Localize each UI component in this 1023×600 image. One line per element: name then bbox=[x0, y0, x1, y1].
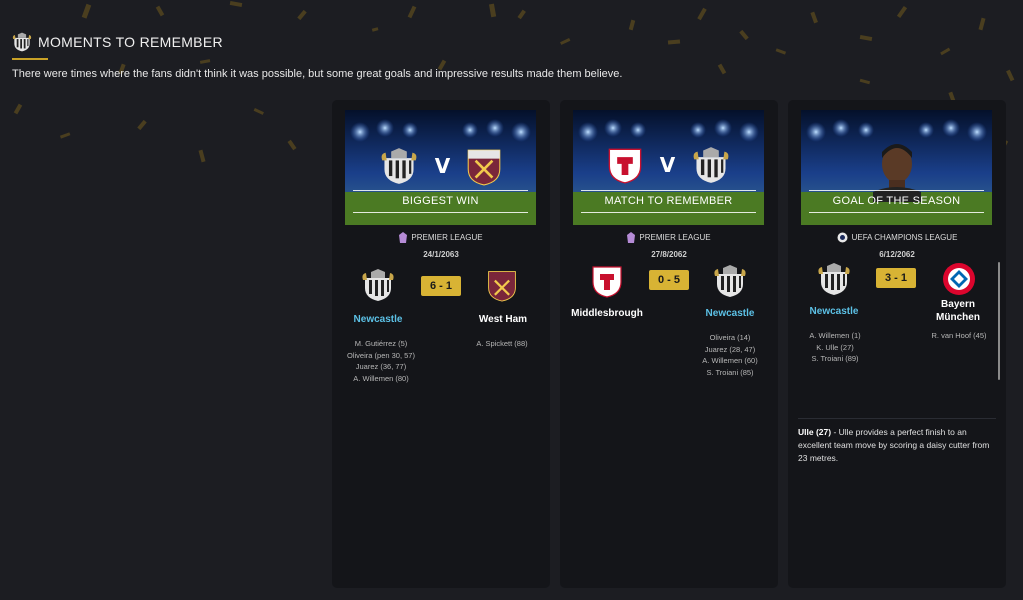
match-date: 6/12/2062 bbox=[879, 250, 915, 259]
moment-card-biggest-win[interactable]: V BIGGEST WIN PREMIER LEAGUE 24/1/2063 6… bbox=[332, 100, 550, 588]
home-team-name[interactable]: Newcastle bbox=[798, 306, 870, 317]
moment-card-goal-of-the-season[interactable]: GOAL OF THE SEASON UEFA CHAMPIONS LEAGUE… bbox=[788, 100, 1006, 588]
away-scorers: Oliveira (14) Juarez (28, 47) A. Willeme… bbox=[702, 333, 758, 377]
middlesbrough-crest-icon bbox=[608, 148, 642, 184]
away-scorers: A. Spickett (88) bbox=[476, 339, 528, 348]
match-date: 27/8/2062 bbox=[651, 250, 687, 259]
away-team-name[interactable]: Newcastle bbox=[696, 308, 764, 319]
away-team-name[interactable]: West Ham bbox=[468, 314, 538, 325]
competition-name: PREMIER LEAGUE bbox=[639, 233, 711, 242]
home-scorers: M. Gutiérrez (5) Oliveira (pen 30, 57) J… bbox=[347, 339, 415, 383]
stadium-background bbox=[801, 110, 992, 225]
home-team-name[interactable]: Newcastle bbox=[342, 314, 414, 325]
banner-match-to-remember: V MATCH TO REMEMBER bbox=[573, 110, 764, 225]
page-subtitle: There were times where the fans didn't t… bbox=[12, 68, 623, 80]
score-badge: 6 - 1 bbox=[421, 276, 461, 296]
premier-league-icon bbox=[627, 232, 636, 243]
newcastle-crest-icon bbox=[693, 147, 729, 183]
banner-caption: MATCH TO REMEMBER bbox=[604, 195, 733, 207]
away-team-name[interactable]: Bayern München bbox=[920, 298, 996, 324]
divider bbox=[798, 418, 996, 419]
newcastle-crest-icon bbox=[714, 265, 746, 297]
home-team-name[interactable]: Middlesbrough bbox=[566, 308, 648, 319]
bayern-crest-icon bbox=[943, 263, 975, 295]
page-title: MOMENTS TO REMEMBER bbox=[38, 34, 223, 50]
moment-card-match-to-remember[interactable]: V MATCH TO REMEMBER PREMIER LEAGUE 27/8/… bbox=[560, 100, 778, 588]
competition-info: PREMIER LEAGUE 27/8/2062 bbox=[560, 232, 778, 259]
west-ham-crest-icon bbox=[467, 149, 501, 186]
competition-info: PREMIER LEAGUE 24/1/2063 bbox=[332, 232, 550, 259]
scrollbar[interactable] bbox=[998, 262, 1000, 380]
newcastle-crest-icon bbox=[818, 263, 850, 295]
newcastle-crest-icon bbox=[381, 148, 417, 184]
competition-name: PREMIER LEAGUE bbox=[411, 233, 483, 242]
away-scorers: R. van Hoof (45) bbox=[931, 331, 987, 340]
banner-goal-of-the-season: GOAL OF THE SEASON bbox=[801, 110, 992, 225]
page-header: MOMENTS TO REMEMBER There were times whe… bbox=[12, 32, 622, 80]
newcastle-crest-icon bbox=[12, 32, 32, 52]
goal-description: Ulle (27) - Ulle provides a perfect fini… bbox=[798, 427, 990, 463]
match-date: 24/1/2063 bbox=[423, 250, 459, 259]
middlesbrough-crest-icon bbox=[592, 266, 622, 298]
score-badge: 3 - 1 bbox=[876, 268, 916, 288]
home-scorers: A. Willemen (1) K. Ulle (27) S. Troiani … bbox=[809, 331, 861, 363]
banner-caption: GOAL OF THE SEASON bbox=[832, 195, 961, 207]
versus-label: V bbox=[659, 153, 676, 177]
competition-info: UEFA CHAMPIONS LEAGUE 6/12/2062 bbox=[788, 232, 1006, 259]
score-badge: 0 - 5 bbox=[649, 270, 689, 290]
versus-label: V bbox=[434, 154, 451, 178]
newcastle-crest-icon bbox=[362, 269, 394, 301]
banner-caption: BIGGEST WIN bbox=[402, 195, 479, 207]
competition-name: UEFA CHAMPIONS LEAGUE bbox=[851, 233, 958, 242]
banner-biggest-win: V BIGGEST WIN bbox=[345, 110, 536, 225]
premier-league-icon bbox=[399, 232, 408, 243]
champions-league-icon bbox=[837, 232, 848, 243]
title-underline bbox=[12, 58, 48, 60]
west-ham-crest-icon bbox=[488, 271, 516, 302]
